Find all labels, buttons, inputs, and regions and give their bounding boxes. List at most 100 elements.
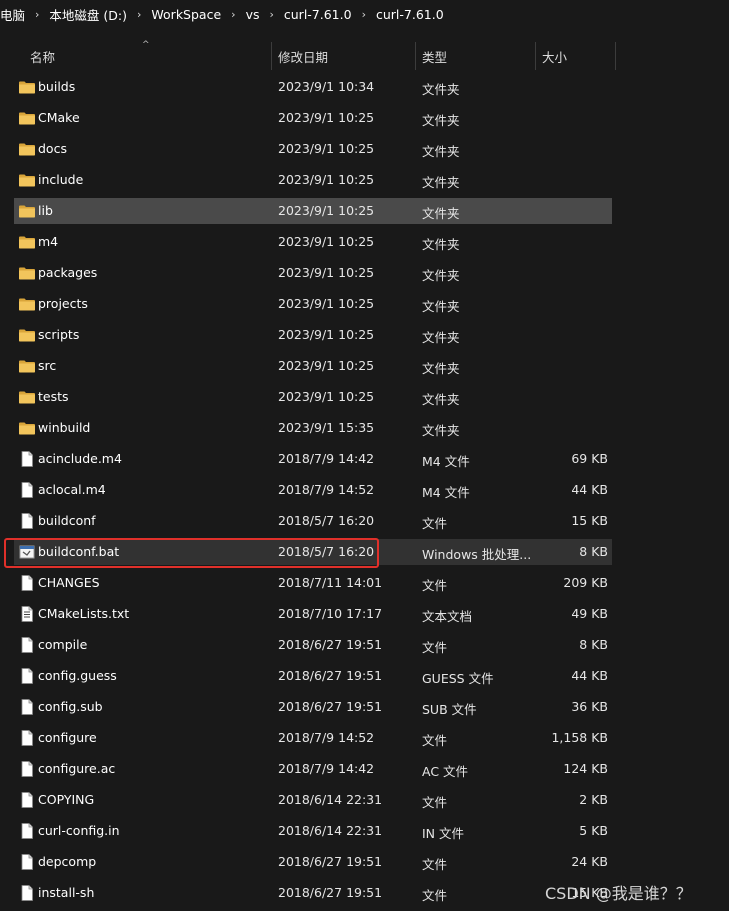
file-row[interactable]: CMakeLists.txt 2018/7/10 17:17 文本文档 49 KB (14, 601, 612, 627)
file-icon (18, 791, 36, 809)
file-row[interactable]: depcomp 2018/6/27 19:51 文件 24 KB (14, 849, 612, 875)
modified-date: 2018/5/7 16:20 (278, 513, 375, 528)
folder-row[interactable]: lib 2023/9/1 10:25 文件夹 (14, 198, 612, 224)
file-type: 文件夹 (422, 82, 460, 97)
file-row[interactable]: acinclude.m4 2018/7/9 14:42 M4 文件 69 KB (14, 446, 612, 472)
column-divider[interactable] (271, 42, 272, 70)
modified-date: 2023/9/1 10:25 (278, 172, 375, 187)
column-date-label: 修改日期 (278, 49, 329, 65)
file-icon (18, 450, 36, 468)
modified-date: 2018/6/27 19:51 (278, 885, 383, 900)
folder-row[interactable]: projects 2023/9/1 10:25 文件夹 (14, 291, 612, 317)
folder-row[interactable]: m4 2023/9/1 10:25 文件夹 (14, 229, 612, 255)
column-type-header[interactable]: 类型 (422, 40, 447, 72)
file-icon (18, 853, 36, 871)
file-type: 文件夹 (422, 423, 460, 438)
breadcrumb-item[interactable]: curl-7.61.0 (281, 7, 355, 22)
file-name: CMakeLists.txt (38, 606, 130, 621)
file-type: SUB 文件 (422, 702, 477, 717)
file-row[interactable]: config.sub 2018/6/27 19:51 SUB 文件 36 KB (14, 694, 612, 720)
file-name: builds (38, 79, 76, 94)
file-icon (18, 574, 36, 592)
file-name: aclocal.m4 (38, 482, 106, 497)
file-icon (18, 481, 36, 499)
column-size-header[interactable]: 大小 (542, 40, 567, 72)
file-type: 文件 (422, 888, 448, 903)
file-type: 文件夹 (422, 113, 460, 128)
breadcrumb-item[interactable]: 电脑 (0, 5, 28, 24)
file-name: packages (38, 265, 98, 280)
modified-date: 2018/6/27 19:51 (278, 699, 383, 714)
file-row[interactable]: configure 2018/7/9 14:52 文件 1,158 KB (14, 725, 612, 751)
modified-date: 2023/9/1 10:25 (278, 296, 375, 311)
file-row[interactable]: compile 2018/6/27 19:51 文件 8 KB (14, 632, 612, 658)
sort-ascending-icon: ^ (142, 40, 150, 50)
breadcrumb-item[interactable]: curl-7.61.0 (373, 7, 447, 22)
file-name: CMake (38, 110, 80, 125)
file-row[interactable]: config.guess 2018/6/27 19:51 GUESS 文件 44 KB (14, 663, 612, 689)
file-type: 文件夹 (422, 392, 460, 407)
file-size: 44 KB (571, 482, 608, 497)
file-row[interactable]: buildconf 2018/5/7 16:20 文件 15 KB (14, 508, 612, 534)
file-name: buildconf (38, 513, 96, 528)
folder-row[interactable]: src 2023/9/1 10:25 文件夹 (14, 353, 612, 379)
chevron-right-icon[interactable]: › (130, 8, 148, 21)
file-size: 44 KB (571, 668, 608, 683)
column-date-header[interactable]: 修改日期 (278, 40, 328, 72)
chevron-right-icon[interactable]: › (28, 8, 46, 21)
column-type-label: 类型 (422, 49, 448, 65)
folder-row[interactable]: winbuild 2023/9/1 15:35 文件夹 (14, 415, 612, 441)
chevron-right-icon[interactable]: › (262, 8, 280, 21)
file-type: 文件 (422, 795, 448, 810)
watermark: CSDN @我是谁？？ (545, 884, 692, 903)
folder-row[interactable]: tests 2023/9/1 10:25 文件夹 (14, 384, 612, 410)
file-row[interactable]: curl-config.in 2018/6/14 22:31 IN 文件 5 KB (14, 818, 612, 844)
file-type: AC 文件 (422, 764, 469, 779)
file-size: 1,158 KB (551, 730, 608, 745)
file-row[interactable]: aclocal.m4 2018/7/9 14:52 M4 文件 44 KB (14, 477, 612, 503)
folder-row[interactable]: CMake 2023/9/1 10:25 文件夹 (14, 105, 612, 131)
folder-row[interactable]: include 2023/9/1 10:25 文件夹 (14, 167, 612, 193)
chevron-right-icon[interactable]: › (224, 8, 242, 21)
file-size: 49 KB (571, 606, 608, 621)
folder-row[interactable]: docs 2023/9/1 10:25 文件夹 (14, 136, 612, 162)
file-name: config.guess (38, 668, 117, 683)
file-type: 文件夹 (422, 144, 460, 159)
file-type: IN 文件 (422, 826, 465, 841)
chevron-right-icon[interactable]: › (355, 8, 373, 21)
file-row[interactable]: COPYING 2018/6/14 22:31 文件 2 KB (14, 787, 612, 813)
modified-date: 2023/9/1 10:25 (278, 141, 375, 156)
file-type: 文件 (422, 640, 448, 655)
folder-row[interactable]: packages 2023/9/1 10:25 文件夹 (14, 260, 612, 286)
file-type: GUESS 文件 (422, 671, 494, 686)
file-row[interactable]: CHANGES 2018/7/11 14:01 文件 209 KB (14, 570, 612, 596)
file-name: winbuild (38, 420, 91, 435)
breadcrumb-item[interactable]: WorkSpace (148, 7, 224, 22)
file-size: 69 KB (571, 451, 608, 466)
file-size: 8 KB (579, 637, 608, 652)
folder-icon (18, 78, 36, 96)
folder-row[interactable]: builds 2023/9/1 10:34 文件夹 (14, 74, 612, 100)
file-type: 文件 (422, 578, 448, 593)
file-name: include (38, 172, 84, 187)
file-row[interactable]: install-sh 2018/6/27 19:51 文件 15 KB (14, 880, 612, 906)
column-header: ^ 名称 修改日期 类型 大小 (0, 40, 729, 72)
breadcrumb-item[interactable]: 本地磁盘 (D:) (46, 5, 130, 24)
file-name: configure (38, 730, 97, 745)
column-divider[interactable] (415, 42, 416, 70)
column-name-label: 名称 (30, 49, 56, 65)
file-icon (18, 636, 36, 654)
folder-row[interactable]: scripts 2023/9/1 10:25 文件夹 (14, 322, 612, 348)
modified-date: 2018/6/27 19:51 (278, 637, 383, 652)
file-row[interactable]: configure.ac 2018/7/9 14:42 AC 文件 124 KB (14, 756, 612, 782)
file-size: 24 KB (571, 854, 608, 869)
column-divider[interactable] (535, 42, 536, 70)
file-type: 文件夹 (422, 299, 460, 314)
column-divider[interactable] (615, 42, 616, 70)
file-name: docs (38, 141, 67, 156)
folder-icon (18, 202, 36, 220)
breadcrumb-item[interactable]: vs (243, 7, 263, 22)
column-name-header[interactable]: 名称 (30, 40, 55, 72)
file-type: M4 文件 (422, 485, 470, 500)
file-name: acinclude.m4 (38, 451, 122, 466)
